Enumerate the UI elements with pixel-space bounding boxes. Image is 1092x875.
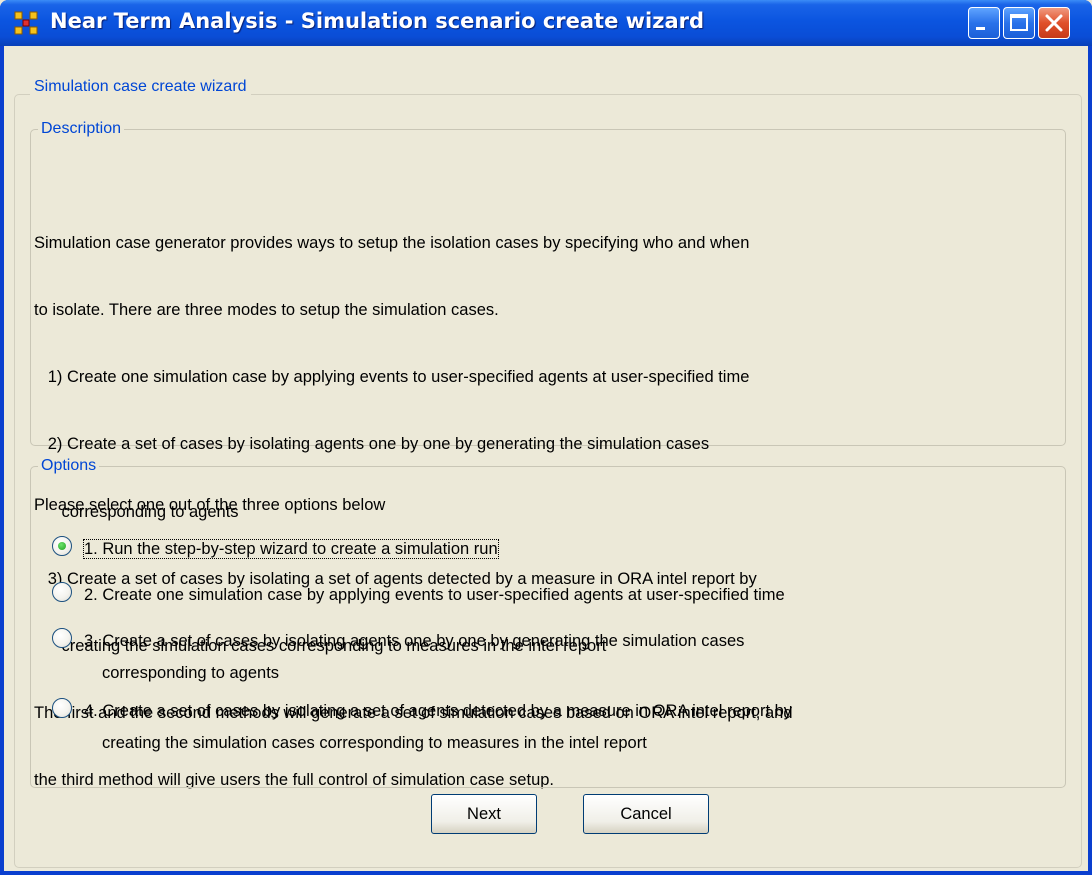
description-line: Simulation case generator provides ways … — [34, 233, 750, 252]
option-2-text: 2. Create one simulation case by applyin… — [84, 586, 785, 604]
minimize-icon — [976, 27, 985, 30]
option-3-text-cont: corresponding to agents — [102, 664, 280, 682]
option-3-label[interactable]: 3. Create a set of cases by isolating ag… — [84, 625, 1044, 689]
maximize-icon — [1010, 14, 1028, 31]
wizard-window: Near Term Analysis - Simulation scenario… — [0, 0, 1092, 875]
options-legend: Options — [38, 457, 100, 475]
description-line: to isolate. There are three modes to set… — [34, 301, 499, 320]
option-4-text: 4. Create a set of cases by isolating a … — [84, 702, 793, 720]
option-3-text: 3. Create a set of cases by isolating ag… — [84, 632, 745, 650]
option-4-label[interactable]: 4. Create a set of cases by isolating a … — [84, 695, 1044, 759]
radio-button[interactable] — [52, 582, 72, 602]
wizard-panel-title: Simulation case create wizard — [30, 78, 251, 96]
radio-button-selected[interactable] — [52, 536, 72, 556]
minimize-button[interactable] — [968, 7, 1000, 39]
option-1-text: 1. Run the step-by-step wizard to create… — [83, 539, 499, 559]
cancel-button[interactable]: Cancel — [583, 794, 709, 834]
option-1-label[interactable]: 1. Run the step-by-step wizard to create… — [83, 533, 1044, 565]
maximize-button[interactable] — [1003, 7, 1035, 39]
radio-button[interactable] — [52, 698, 72, 718]
next-button[interactable]: Next — [431, 794, 537, 834]
window-frame-bottom — [0, 871, 1092, 875]
options-prompt: Please select one out of the three optio… — [34, 496, 386, 514]
close-button[interactable] — [1038, 7, 1070, 39]
app-icon — [14, 11, 38, 35]
radio-button[interactable] — [52, 628, 72, 648]
window-frame-right — [1088, 46, 1092, 875]
title-bar[interactable]: Near Term Analysis - Simulation scenario… — [0, 0, 1092, 46]
option-2-label[interactable]: 2. Create one simulation case by applyin… — [84, 579, 1044, 611]
window-title: Near Term Analysis - Simulation scenario… — [50, 9, 705, 33]
description-line: 1) Create one simulation case by applyin… — [34, 368, 750, 387]
description-legend: Description — [38, 120, 125, 138]
close-icon — [1045, 14, 1063, 32]
option-4-text-cont: creating the simulation cases correspond… — [102, 734, 647, 752]
radio-dot — [58, 542, 66, 550]
description-line: 2) Create a set of cases by isolating ag… — [34, 435, 710, 454]
